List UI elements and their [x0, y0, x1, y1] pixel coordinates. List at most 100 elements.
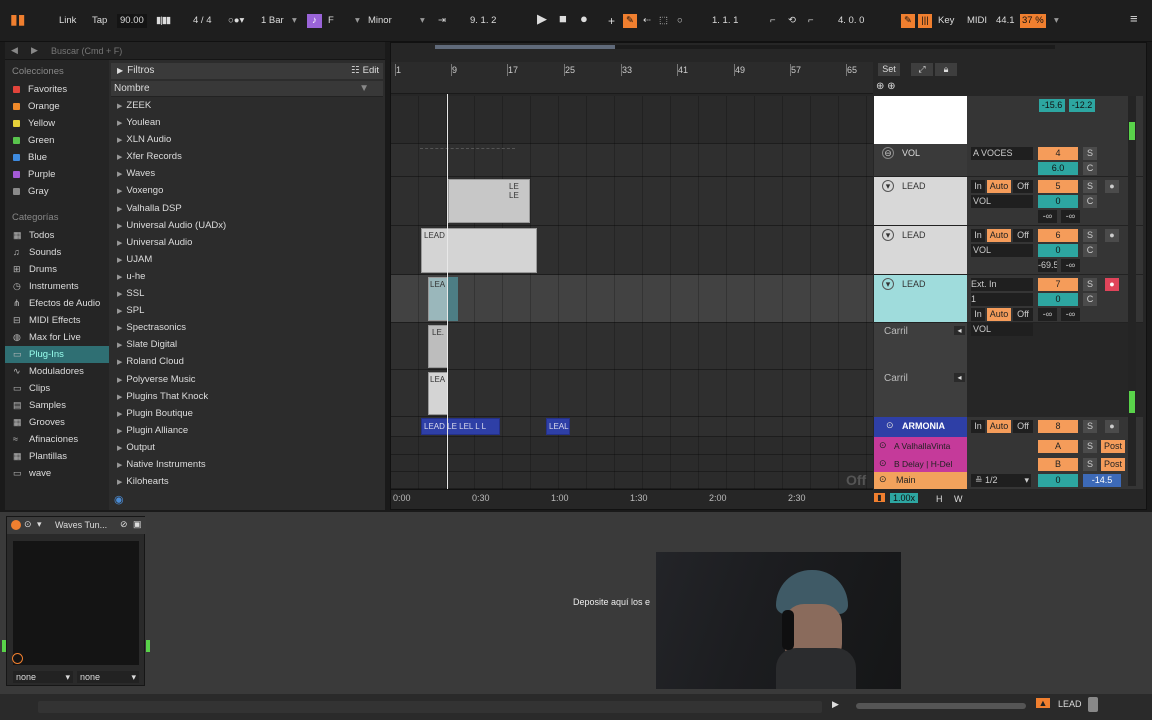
expand-icon[interactable]: ▶ [117, 411, 122, 418]
track-send-select[interactable]: VOL [971, 195, 1033, 208]
main-route-select[interactable]: ≞ 1/2 ▾ [971, 474, 1031, 487]
browser-folder[interactable]: ▶ ZEEK [111, 97, 383, 114]
clip-armonia-b[interactable]: LEAL [546, 418, 570, 435]
expand-icon[interactable]: ▶ [117, 223, 122, 230]
expand-icon[interactable]: ▶ [117, 188, 122, 195]
draw-mode-icon[interactable]: ✎ [901, 14, 915, 28]
device-select-a[interactable]: none ▾ [13, 671, 73, 683]
browser-folder[interactable]: ▶ Universal Audio (UADx) [111, 217, 383, 234]
collection-blue[interactable]: Blue [5, 149, 109, 166]
return-header-a[interactable]: ⊙ A ValhallaVinta [874, 437, 967, 455]
track-volume[interactable]: 6.0 [1038, 162, 1078, 175]
track-activator[interactable]: 6 [1038, 229, 1078, 242]
clip-lead-b[interactable]: LEAD [421, 228, 537, 273]
category-afinaciones[interactable]: ≈ Afinaciones [5, 431, 109, 448]
clip-lead-a[interactable]: LE LE [448, 179, 530, 223]
edit-button[interactable]: ☷ Edit [351, 65, 379, 76]
track-in-button[interactable]: In [971, 229, 985, 242]
track-arm-icon[interactable]: ● [1105, 229, 1119, 242]
expand-icon[interactable]: ▶ [117, 274, 122, 281]
keyboard-icon[interactable]: ||| [918, 14, 932, 28]
track-activator[interactable]: 5 [1038, 180, 1078, 193]
track-volume[interactable]: 0 [1038, 195, 1078, 208]
browser-folder[interactable]: ▶ SPL [111, 302, 383, 319]
collection-purple[interactable]: Purple [5, 166, 109, 183]
track-fold-icon[interactable]: ▾ [882, 229, 894, 241]
track-send-select[interactable]: VOL [971, 323, 1033, 336]
main-header[interactable]: ⊙ Main [874, 472, 967, 489]
expand-icon[interactable]: ▶ [117, 308, 122, 315]
track-header-0[interactable]: ⊖ VOL [874, 144, 967, 177]
carril-1-header[interactable]: Carril ◂ [874, 323, 967, 370]
track-header-1[interactable]: ▾ LEAD [874, 177, 967, 226]
return-solo-button[interactable]: S [1083, 440, 1097, 453]
expand-icon[interactable]: ▶ [117, 103, 122, 110]
expand-icon[interactable]: ▶ [117, 257, 122, 264]
browser-folder[interactable]: ▶ Plugins That Knock [111, 388, 383, 405]
track-arm-icon[interactable]: ● [1105, 278, 1119, 291]
browser-folder[interactable]: ▶ Native Instruments [111, 456, 383, 473]
collection-gray[interactable]: Gray [5, 183, 109, 200]
device-power-icon[interactable] [11, 520, 21, 530]
punch-in-icon[interactable]: ⌐ [770, 14, 776, 28]
session-record-icon[interactable]: ○ [677, 14, 683, 28]
add-locator-icon[interactable]: ⊕ ⊕ [876, 81, 896, 92]
track-peak-left[interactable]: -∞ [1038, 308, 1057, 321]
arrange-zoom-icon[interactable]: ⤢ [911, 63, 933, 76]
expand-icon[interactable]: ▶ [117, 462, 122, 469]
return-post-button[interactable]: Post [1101, 440, 1125, 453]
song-position-field[interactable]: 9. 1. 2 [470, 14, 496, 28]
return-activator[interactable]: A [1038, 440, 1078, 453]
category-grooves[interactable]: ▦ Grooves [5, 414, 109, 431]
category-instruments[interactable]: ◷ Instruments [5, 278, 109, 295]
zoom-readout[interactable]: 37 % [1020, 14, 1046, 28]
name-column-header[interactable]: Nombre ▼ [111, 81, 383, 97]
automation-arm-icon[interactable]: ✎ [623, 14, 637, 28]
clip-lead-e[interactable]: LEA [428, 372, 448, 415]
time-signature-field[interactable]: 4 / 4 [193, 14, 212, 28]
browser-folder[interactable]: ▶ Valhalla DSP [111, 200, 383, 217]
key-map-button[interactable]: Key [938, 14, 954, 28]
track-off-button[interactable]: Off [1013, 308, 1033, 321]
category-wave[interactable]: ▭ wave [5, 465, 109, 482]
track-arm-icon[interactable]: ● [1105, 180, 1119, 193]
return-activator[interactable]: B [1038, 458, 1078, 471]
browser-folder[interactable]: ▶ Output [111, 439, 383, 456]
w-button[interactable]: W [954, 494, 963, 504]
expand-icon[interactable]: ▶ [117, 479, 122, 486]
key-root-select[interactable]: F [328, 14, 334, 28]
track-peak-right[interactable]: -∞ [1061, 210, 1080, 223]
expand-icon[interactable]: ▶ [117, 154, 122, 161]
set-button[interactable]: Set [878, 63, 900, 76]
device-options-icon[interactable]: ▾ [37, 519, 42, 530]
track-send-select[interactable]: VOL [971, 244, 1033, 257]
category-plantillas[interactable]: ▦ Plantillas [5, 448, 109, 465]
category-moduladores[interactable]: ∿ Moduladores [5, 363, 109, 380]
device-status-icon[interactable] [12, 653, 23, 664]
speed-readout[interactable]: 1.00x [890, 493, 919, 503]
device-edit-icon[interactable]: ⊘ [120, 519, 128, 530]
track-auto-button[interactable]: Auto [987, 180, 1011, 193]
collection-green[interactable]: Green [5, 132, 109, 149]
status-track-icon[interactable]: ▲ [1036, 698, 1050, 708]
tempo-field[interactable]: 90.00 [117, 14, 147, 28]
follow-arrow-icon[interactable]: ⇥ [438, 14, 446, 28]
category-samples[interactable]: ▤ Samples [5, 397, 109, 414]
track-solo-button[interactable]: S [1083, 278, 1097, 291]
category-midi-effects[interactable]: ⊟ MIDI Effects [5, 312, 109, 329]
track-fold-icon[interactable]: ▾ [882, 278, 894, 290]
track-auto-button[interactable]: Auto [987, 229, 1011, 242]
browser-folder[interactable]: ▶ Xfer Records [111, 148, 383, 165]
browser-folder[interactable]: ▶ Polyverse Music [111, 371, 383, 388]
armonia-solo-button[interactable]: S [1083, 420, 1097, 433]
browser-folder[interactable]: ▶ Plugin Boutique [111, 405, 383, 422]
scale-mode-icon[interactable]: ♪ [307, 14, 322, 28]
device-save-icon[interactable]: ▣ [133, 519, 142, 530]
expand-icon[interactable]: ▶ [117, 206, 122, 213]
track-volume[interactable]: 0 [1038, 293, 1078, 306]
clip-lead-c[interactable]: LEA [428, 277, 448, 321]
preview-icon[interactable]: ◉ [114, 493, 124, 506]
track-header-2[interactable]: ▾ LEAD [874, 226, 967, 275]
status-scrollbar[interactable] [856, 703, 1026, 709]
browser-folder[interactable]: ▶ Spectrasonics [111, 319, 383, 336]
